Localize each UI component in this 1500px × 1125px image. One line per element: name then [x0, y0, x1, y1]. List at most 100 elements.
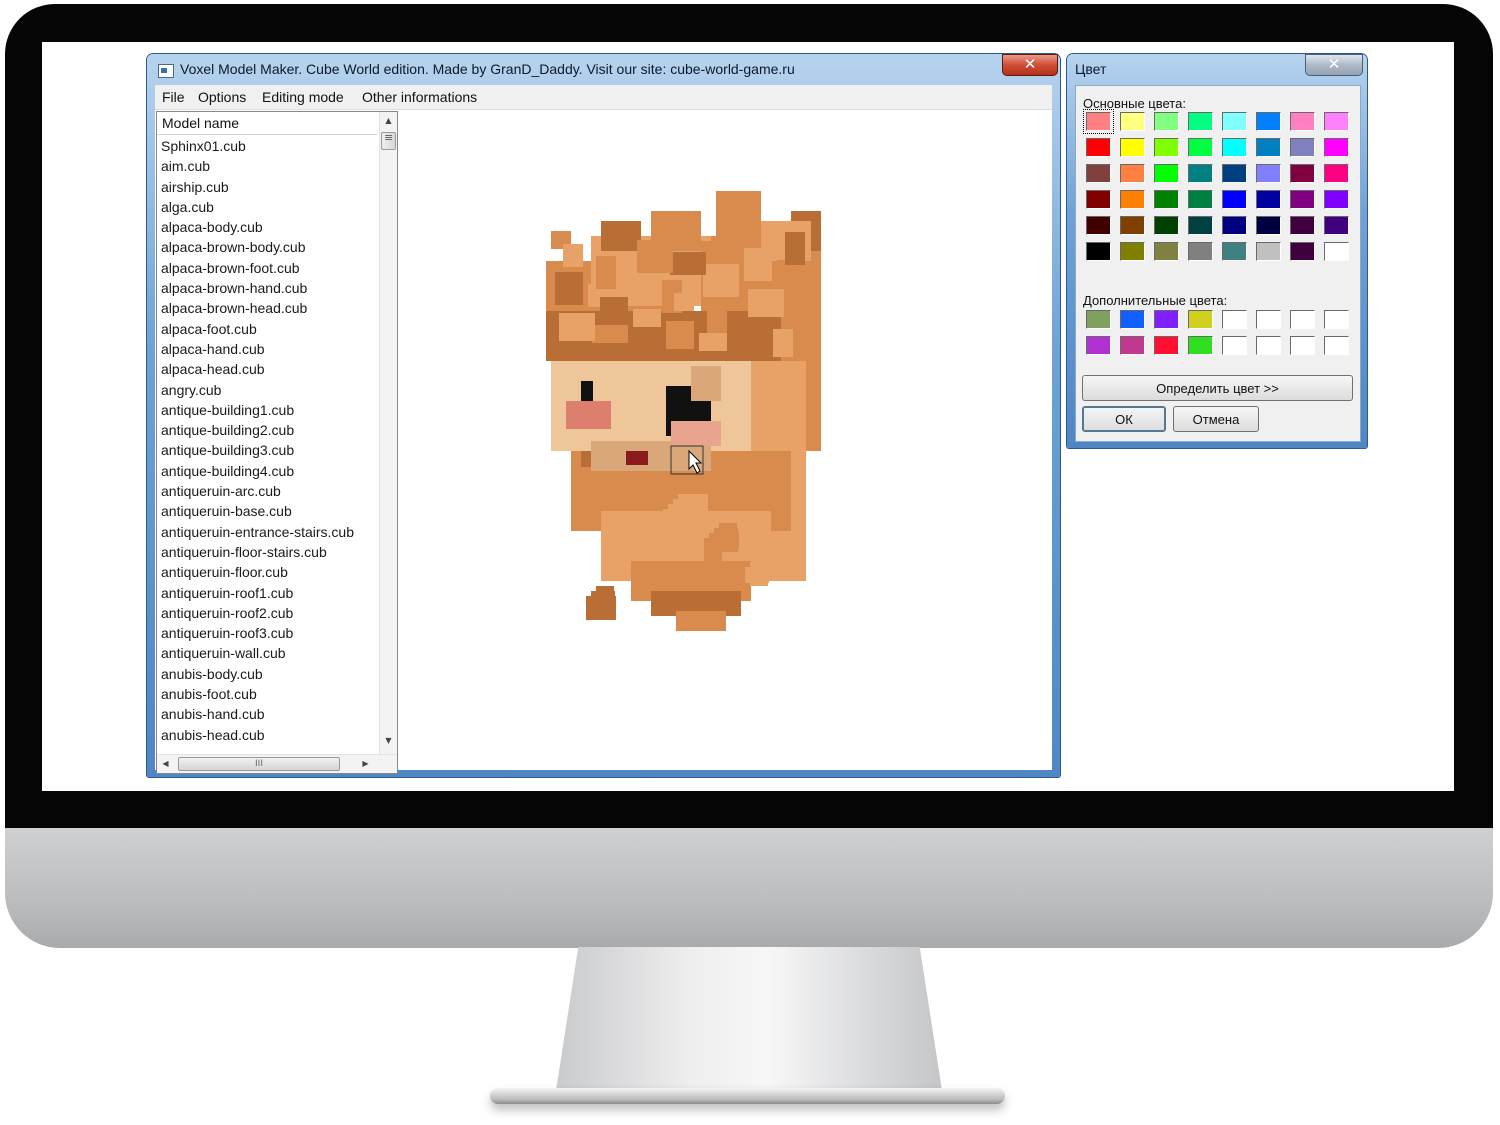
basic-color-swatch[interactable]: [1324, 190, 1349, 209]
basic-color-swatch[interactable]: [1222, 138, 1247, 157]
basic-color-swatch[interactable]: [1120, 164, 1145, 183]
model-list-item[interactable]: antiqueruin-roof2.cub: [157, 603, 379, 623]
basic-color-swatch[interactable]: [1256, 112, 1281, 131]
model-list-item[interactable]: anubis-body.cub: [157, 664, 379, 684]
define-color-button[interactable]: Определить цвет >>: [1082, 375, 1353, 401]
basic-color-swatch[interactable]: [1086, 190, 1111, 209]
basic-color-swatch[interactable]: [1154, 216, 1179, 235]
basic-color-swatch[interactable]: [1256, 216, 1281, 235]
basic-color-swatch[interactable]: [1188, 216, 1213, 235]
model-list-item[interactable]: alpaca-hand.cub: [157, 339, 379, 359]
basic-color-swatch[interactable]: [1120, 216, 1145, 235]
basic-color-swatch[interactable]: [1256, 190, 1281, 209]
scroll-up-arrow-icon[interactable]: ▲: [380, 112, 397, 129]
model-list-item[interactable]: Sphinx01.cub: [157, 136, 379, 156]
custom-color-swatch[interactable]: [1120, 336, 1145, 355]
model-list-item[interactable]: airship.cub: [157, 177, 379, 197]
basic-color-swatch[interactable]: [1290, 138, 1315, 157]
custom-color-swatch[interactable]: [1188, 336, 1213, 355]
model-list-item[interactable]: antiqueruin-entrance-stairs.cub: [157, 522, 379, 542]
model-list-item[interactable]: antiqueruin-arc.cub: [157, 481, 379, 501]
vertical-scrollbar[interactable]: ▲ ▼: [379, 112, 397, 754]
ok-button[interactable]: ОК: [1082, 406, 1166, 432]
model-list-item[interactable]: antiqueruin-roof1.cub: [157, 583, 379, 603]
model-list-item[interactable]: alpaca-brown-hand.cub: [157, 278, 379, 298]
model-list-item[interactable]: antiqueruin-floor.cub: [157, 562, 379, 582]
basic-color-swatch[interactable]: [1154, 164, 1179, 183]
model-list-item[interactable]: antiqueruin-roof3.cub: [157, 623, 379, 643]
model-list-item[interactable]: alpaca-brown-head.cub: [157, 298, 379, 318]
basic-color-swatch[interactable]: [1290, 190, 1315, 209]
model-list-item[interactable]: antique-building3.cub: [157, 440, 379, 460]
basic-color-swatch[interactable]: [1324, 112, 1349, 131]
basic-color-swatch[interactable]: [1324, 164, 1349, 183]
basic-color-swatch[interactable]: [1222, 242, 1247, 261]
menu-file[interactable]: File: [162, 89, 185, 105]
basic-color-swatch[interactable]: [1083, 109, 1114, 134]
basic-color-swatch[interactable]: [1154, 112, 1179, 131]
custom-color-swatch[interactable]: [1086, 336, 1111, 355]
cancel-button[interactable]: Отмена: [1173, 406, 1259, 432]
basic-color-swatch[interactable]: [1256, 138, 1281, 157]
custom-color-swatch[interactable]: [1188, 310, 1213, 329]
custom-color-swatch[interactable]: [1086, 310, 1111, 329]
basic-color-swatch[interactable]: [1188, 190, 1213, 209]
basic-color-swatch[interactable]: [1324, 242, 1349, 261]
basic-color-swatch[interactable]: [1222, 190, 1247, 209]
basic-color-swatch[interactable]: [1154, 190, 1179, 209]
custom-color-swatch[interactable]: [1256, 310, 1281, 329]
basic-color-swatch[interactable]: [1120, 138, 1145, 157]
basic-color-swatch[interactable]: [1290, 112, 1315, 131]
model-list-item[interactable]: angry.cub: [157, 380, 379, 400]
model-list-item[interactable]: antiqueruin-floor-stairs.cub: [157, 542, 379, 562]
model-list-item[interactable]: antique-building1.cub: [157, 400, 379, 420]
basic-color-swatch[interactable]: [1324, 216, 1349, 235]
basic-color-swatch[interactable]: [1188, 242, 1213, 261]
model-list-item[interactable]: alpaca-head.cub: [157, 359, 379, 379]
basic-color-swatch[interactable]: [1120, 112, 1145, 131]
custom-color-swatch[interactable]: [1120, 310, 1145, 329]
model-list-item[interactable]: alpaca-foot.cub: [157, 319, 379, 339]
scroll-right-arrow-icon[interactable]: ▶: [357, 755, 374, 773]
model-list-item[interactable]: alpaca-body.cub: [157, 217, 379, 237]
basic-color-swatch[interactable]: [1324, 138, 1349, 157]
voxel-head-model-icon[interactable]: [401, 111, 1051, 772]
basic-color-swatch[interactable]: [1188, 164, 1213, 183]
menu-editing-mode[interactable]: Editing mode: [262, 89, 344, 105]
custom-color-swatch[interactable]: [1324, 336, 1349, 355]
model-list-item[interactable]: anubis-head.cub: [157, 725, 379, 745]
custom-color-swatch[interactable]: [1222, 336, 1247, 355]
vertical-scroll-thumb[interactable]: [381, 131, 396, 150]
3d-viewport[interactable]: [401, 111, 1052, 770]
basic-color-swatch[interactable]: [1290, 216, 1315, 235]
main-titlebar[interactable]: Voxel Model Maker. Cube World edition. M…: [147, 54, 1060, 84]
basic-color-swatch[interactable]: [1086, 164, 1111, 183]
model-list-item[interactable]: antiqueruin-wall.cub: [157, 643, 379, 663]
custom-color-swatch[interactable]: [1290, 336, 1315, 355]
menu-options[interactable]: Options: [198, 89, 246, 105]
basic-color-swatch[interactable]: [1222, 164, 1247, 183]
basic-color-swatch[interactable]: [1086, 138, 1111, 157]
model-list-item[interactable]: aim.cub: [157, 156, 379, 176]
basic-color-swatch[interactable]: [1120, 190, 1145, 209]
model-list-item[interactable]: alpaca-brown-foot.cub: [157, 258, 379, 278]
model-list-item[interactable]: anubis-foot.cub: [157, 684, 379, 704]
custom-color-swatch[interactable]: [1222, 310, 1247, 329]
basic-color-swatch[interactable]: [1086, 216, 1111, 235]
model-list-item[interactable]: antiqueruin-base.cub: [157, 501, 379, 521]
custom-color-swatch[interactable]: [1324, 310, 1349, 329]
model-list-item[interactable]: antique-building2.cub: [157, 420, 379, 440]
custom-color-swatch[interactable]: [1154, 336, 1179, 355]
horizontal-scrollbar[interactable]: ◀ III ▶: [157, 754, 397, 773]
basic-color-swatch[interactable]: [1188, 112, 1213, 131]
model-list-item[interactable]: alpaca-brown-body.cub: [157, 237, 379, 257]
custom-color-swatch[interactable]: [1290, 310, 1315, 329]
scroll-down-arrow-icon[interactable]: ▼: [380, 732, 397, 749]
basic-color-swatch[interactable]: [1256, 242, 1281, 261]
basic-color-swatch[interactable]: [1120, 242, 1145, 261]
basic-color-swatch[interactable]: [1086, 242, 1111, 261]
basic-color-swatch[interactable]: [1154, 242, 1179, 261]
basic-color-swatch[interactable]: [1154, 138, 1179, 157]
list-column-header[interactable]: Model name: [157, 112, 377, 135]
custom-color-swatch[interactable]: [1154, 310, 1179, 329]
